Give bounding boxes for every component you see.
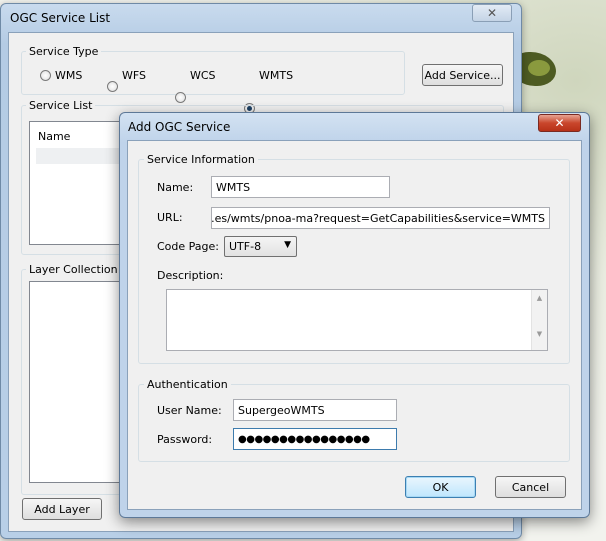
close-icon: ✕	[554, 116, 565, 130]
password-field[interactable]: ●●●●●●●●●●●●●●●●	[233, 428, 397, 450]
password-label: Password:	[157, 433, 213, 446]
radio-wfs-label: WFS	[122, 69, 146, 82]
dialog-close-button[interactable]: ✕	[538, 114, 581, 132]
service-type-label: Service Type	[26, 45, 102, 58]
add-layer-button[interactable]: Add Layer	[22, 498, 102, 520]
add-ogc-service-dialog: Add OGC Service ✕ Service Information Na…	[119, 112, 590, 518]
authentication-label: Authentication	[144, 378, 231, 391]
radio-wms[interactable]	[40, 70, 51, 81]
layer-collection-label: Layer Collection	[26, 263, 121, 276]
description-scrollbar[interactable]: ▲ ▼	[531, 290, 547, 350]
name-label: Name:	[157, 181, 194, 194]
description-label: Description:	[157, 269, 224, 282]
radio-wms-label: WMS	[55, 69, 83, 82]
service-information-label: Service Information	[144, 153, 258, 166]
close-button[interactable]: ✕	[472, 4, 512, 22]
radio-wcs[interactable]	[175, 92, 186, 103]
authentication-group	[138, 384, 570, 462]
close-icon: ✕	[486, 6, 498, 20]
column-header-name[interactable]: Name	[38, 130, 70, 143]
url-value: www.ign.es/wmts/pnoa-ma?request=GetCapab…	[211, 211, 545, 225]
dialog-title: Add OGC Service	[128, 120, 231, 134]
code-page-label: Code Page:	[157, 240, 219, 253]
radio-wfs[interactable]	[107, 81, 118, 92]
scroll-down-icon[interactable]: ▼	[532, 330, 547, 338]
url-label: URL:	[157, 211, 183, 224]
ok-button[interactable]: OK	[405, 476, 476, 498]
service-list-label: Service List	[26, 99, 96, 112]
user-name-label: User Name:	[157, 404, 222, 417]
add-service-button[interactable]: Add Service...	[422, 64, 503, 86]
dialog-client-area: Service Information Name: WMTS URL: www.…	[127, 140, 582, 510]
window-title: OGC Service List	[10, 11, 111, 25]
name-field[interactable]: WMTS	[211, 176, 390, 198]
radio-wcs-label: WCS	[190, 69, 216, 82]
url-field[interactable]: www.ign.es/wmts/pnoa-ma?request=GetCapab…	[211, 207, 550, 229]
code-page-dropdown[interactable]: UTF-8 ▼	[224, 236, 297, 257]
user-name-field[interactable]: SupergeoWMTS	[233, 399, 397, 421]
desktop-decoration-highlight	[528, 60, 550, 76]
description-field[interactable]: ▲ ▼	[166, 289, 548, 351]
cancel-button[interactable]: Cancel	[495, 476, 566, 498]
radio-wmts-label: WMTS	[259, 69, 294, 82]
code-page-value: UTF-8	[229, 240, 262, 253]
scroll-up-icon[interactable]: ▲	[532, 294, 547, 302]
chevron-down-icon: ▼	[284, 240, 291, 250]
